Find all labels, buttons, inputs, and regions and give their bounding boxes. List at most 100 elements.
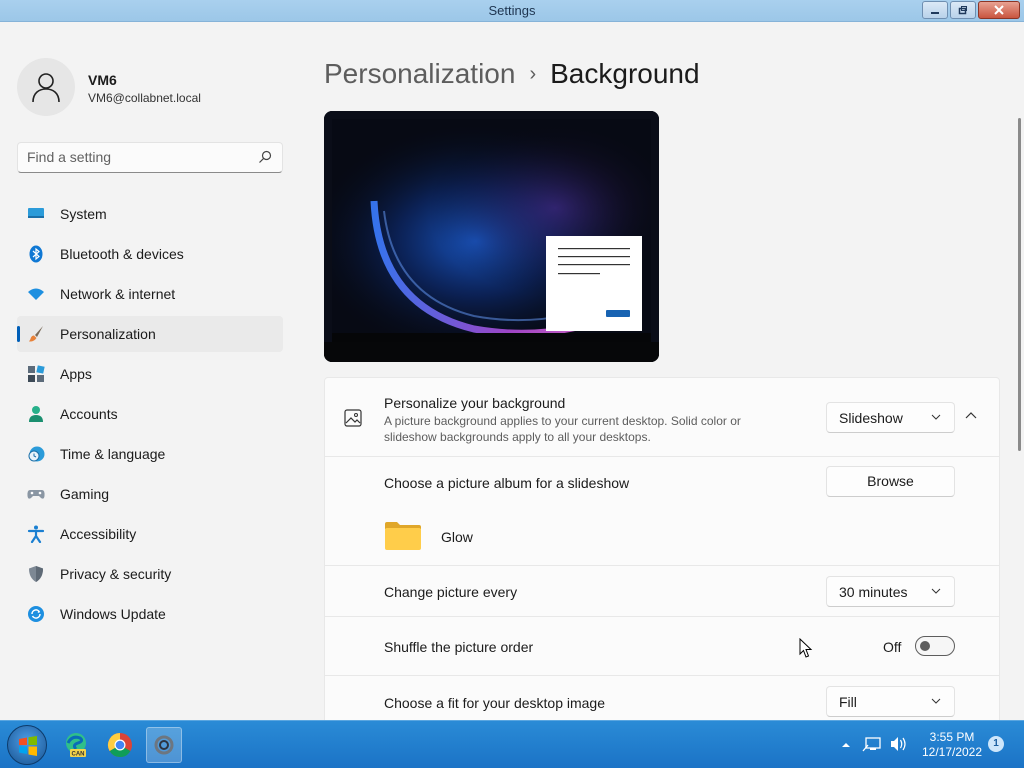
sidebar-item-windows-update[interactable]: Windows Update [17, 596, 283, 632]
monitor-icon [28, 208, 44, 218]
wallpaper-preview-image [324, 111, 659, 362]
shuffle-row: Shuffle the picture order Off [324, 617, 1000, 676]
network-status-icon[interactable] [862, 737, 881, 752]
browse-button[interactable]: Browse [826, 466, 955, 497]
sidebar-item-time-language[interactable]: Time & language [17, 436, 283, 472]
sidebar-item-label: Gaming [60, 486, 110, 502]
settings-icon [154, 735, 174, 755]
show-hidden-icons-icon[interactable] [842, 743, 850, 747]
sidebar-item-system[interactable]: System [17, 196, 283, 232]
restore-button[interactable] [950, 1, 976, 19]
sidebar-item-personalization[interactable]: Personalization [17, 316, 283, 352]
sidebar-item-label: Bluetooth & devices [60, 246, 184, 262]
taskbar: CAN 3:55 PM 12/17/2022 1 [0, 720, 1024, 768]
taskbar-date: 12/17/2022 [921, 745, 983, 759]
windows-logo-icon [19, 736, 37, 756]
personalize-background-title: Personalize your background [384, 395, 566, 411]
user-name: VM6 [88, 72, 117, 88]
background-type-dropdown[interactable]: Slideshow [826, 402, 955, 433]
chevron-down-icon [931, 698, 941, 704]
personalize-background-description: A picture background applies to your cur… [384, 414, 741, 444]
breadcrumb-separator: › [529, 62, 537, 85]
search-icon[interactable] [258, 150, 272, 164]
edge-can-icon: CAN [66, 733, 86, 758]
sidebar-item-accessibility[interactable]: Accessibility [17, 516, 283, 552]
wifi-icon [28, 288, 44, 300]
taskbar-clock[interactable]: 3:55 PM 12/17/2022 [920, 730, 984, 760]
user-icon [32, 73, 60, 103]
brush-icon [29, 326, 43, 342]
mouse-cursor-icon [799, 638, 813, 658]
notification-badge[interactable]: 1 [988, 736, 1004, 752]
taskbar-settings[interactable] [146, 727, 182, 763]
bluetooth-icon [29, 245, 43, 263]
breadcrumb-parent[interactable]: Personalization [324, 58, 515, 90]
chevron-down-icon [931, 414, 941, 420]
scrollbar[interactable] [1018, 118, 1021, 451]
fit-label: Choose a fit for your desktop image [384, 695, 606, 711]
gamepad-icon [27, 490, 45, 499]
sidebar-nav: System Bluetooth & devices Network & int… [17, 196, 283, 636]
picture-icon [344, 409, 362, 427]
person-icon [29, 406, 43, 422]
shuffle-state-text: Off [883, 639, 902, 655]
window-controls [922, 1, 1020, 19]
shuffle-toggle[interactable] [915, 636, 955, 656]
album-row: Choose a picture album for a slideshow B… [324, 457, 1000, 566]
sidebar-item-privacy[interactable]: Privacy & security [17, 556, 283, 592]
apps-icon [28, 365, 45, 382]
folder-icon [385, 522, 421, 550]
minimize-icon [931, 12, 939, 14]
interval-row: Change picture every 30 minutes [324, 566, 1000, 617]
page-title: Background [550, 58, 700, 89]
sidebar-item-label: Personalization [60, 326, 156, 342]
background-settings: Personalize your background A picture ba… [324, 377, 1000, 726]
search-input[interactable] [27, 149, 247, 165]
sidebar-item-label: System [60, 206, 107, 222]
taskbar-edge-can[interactable]: CAN [58, 727, 94, 763]
minimize-button[interactable] [922, 1, 948, 19]
toggle-knob [920, 641, 930, 651]
title-bar: Settings [0, 0, 1024, 22]
sidebar-item-label: Apps [60, 366, 92, 382]
search-box[interactable] [17, 142, 283, 173]
sidebar-item-label: Accessibility [60, 526, 137, 542]
svg-text:CAN: CAN [72, 752, 85, 758]
sidebar-item-label: Accounts [60, 406, 118, 422]
breadcrumb: Personalization › Background [324, 58, 700, 90]
sidebar-item-network[interactable]: Network & internet [17, 276, 283, 312]
fit-row: Choose a fit for your desktop image Fill [324, 676, 1000, 726]
chevron-up-icon[interactable] [965, 411, 977, 419]
update-icon [28, 606, 44, 622]
background-type-value: Slideshow [839, 410, 903, 426]
album-folder-name[interactable]: Glow [441, 529, 473, 545]
chrome-icon [107, 733, 132, 758]
sidebar-item-label: Windows Update [60, 606, 166, 622]
sidebar-item-label: Network & internet [60, 286, 176, 302]
taskbar-time: 3:55 PM [929, 730, 975, 744]
preview-window [546, 236, 642, 331]
start-button[interactable] [7, 725, 47, 765]
chevron-down-icon [931, 588, 941, 594]
interval-label: Change picture every [384, 584, 518, 600]
shield-icon [29, 566, 43, 582]
fit-value: Fill [839, 694, 857, 710]
close-button[interactable] [978, 1, 1020, 19]
system-tray [842, 737, 906, 752]
sidebar-item-accounts[interactable]: Accounts [17, 396, 283, 432]
avatar[interactable] [17, 58, 75, 116]
user-email: VM6@collabnet.local [88, 91, 201, 105]
fit-dropdown[interactable]: Fill [826, 686, 955, 717]
taskbar-chrome[interactable] [102, 727, 138, 763]
sidebar-item-bluetooth[interactable]: Bluetooth & devices [17, 236, 283, 272]
window-title: Settings [488, 3, 536, 18]
shuffle-label: Shuffle the picture order [384, 639, 534, 655]
desktop-preview [324, 111, 659, 362]
sidebar-item-apps[interactable]: Apps [17, 356, 283, 392]
sidebar-item-label: Privacy & security [60, 566, 172, 582]
album-label: Choose a picture album for a slideshow [384, 475, 630, 491]
accessibility-icon [27, 525, 45, 543]
sidebar-item-gaming[interactable]: Gaming [17, 476, 283, 512]
interval-dropdown[interactable]: 30 minutes [826, 576, 955, 607]
volume-icon[interactable] [891, 737, 906, 751]
